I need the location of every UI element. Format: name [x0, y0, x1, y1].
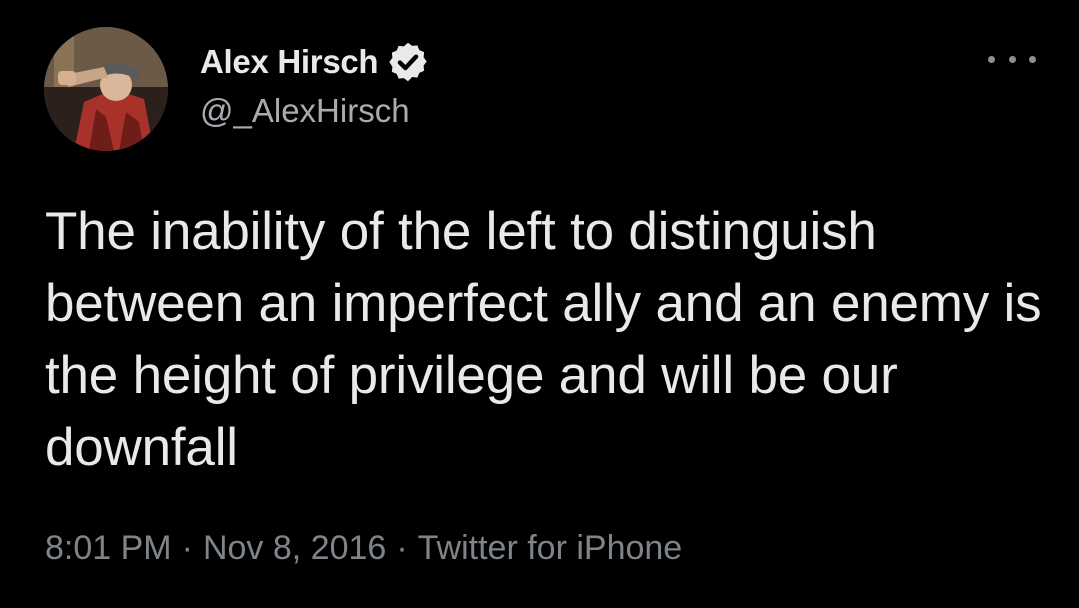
tweet-card: Alex Hirsch @_AlexHirsch The inability o…	[0, 0, 1079, 608]
tweet-time[interactable]: 8:01 PM	[45, 529, 172, 567]
tweet-metadata: 8:01 PM · Nov 8, 2016 · Twitter for iPhone	[45, 529, 682, 568]
avatar-image	[44, 27, 168, 151]
more-options-button[interactable]	[988, 44, 1036, 74]
more-horizontal-icon-dot	[1029, 55, 1036, 63]
user-handle[interactable]: @_AlexHirsch	[200, 92, 410, 130]
tweet-text: The inability of the left to distinguish…	[45, 202, 1042, 477]
verified-badge-icon	[386, 40, 430, 84]
tweet-source[interactable]: Twitter for iPhone	[418, 529, 683, 567]
author-name-row: Alex Hirsch	[200, 40, 430, 84]
tweet-date[interactable]: Nov 8, 2016	[203, 529, 386, 567]
avatar[interactable]	[44, 27, 168, 151]
more-horizontal-icon	[988, 55, 995, 63]
meta-separator: ·	[396, 529, 408, 567]
meta-separator: ·	[181, 529, 193, 567]
more-horizontal-icon-dot	[1008, 55, 1016, 63]
display-name[interactable]: Alex Hirsch	[200, 43, 379, 81]
